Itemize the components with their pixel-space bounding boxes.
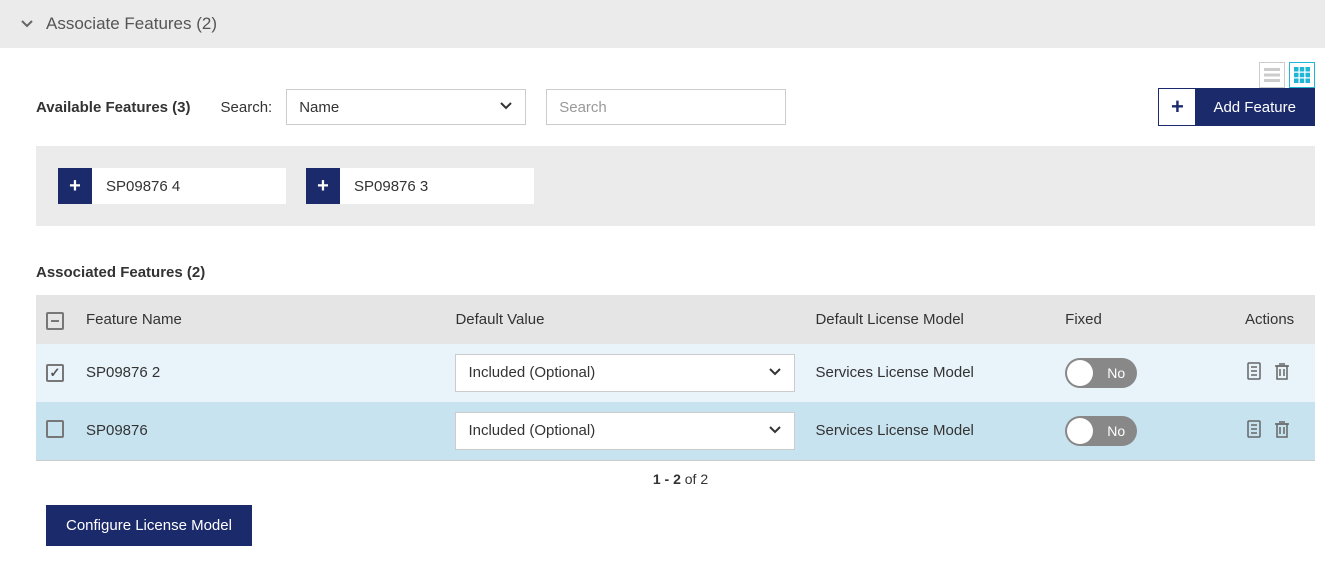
chevron-down-icon[interactable] [20, 16, 34, 33]
pager-of: of 2 [681, 471, 708, 487]
col-header-license-model[interactable]: Default License Model [805, 295, 1055, 344]
row-checkbox[interactable] [46, 420, 64, 438]
configure-license-model-button[interactable]: Configure License Model [46, 505, 252, 546]
fixed-toggle[interactable]: No [1065, 416, 1137, 446]
toggle-label: No [1107, 423, 1125, 439]
associated-features-table: Feature Name Default Value Default Licen… [36, 295, 1315, 461]
available-features-label: Available Features (3) [36, 99, 191, 116]
list-view-button[interactable] [1259, 62, 1285, 88]
add-feature-label: Add Feature [1195, 89, 1314, 125]
col-header-default-value[interactable]: Default Value [445, 295, 805, 344]
chevron-down-icon [499, 98, 513, 116]
feature-chip[interactable]: + SP09876 4 [58, 168, 286, 204]
plus-icon: + [58, 168, 92, 204]
col-header-fixed[interactable]: Fixed [1055, 295, 1235, 344]
cell-feature-name: SP09876 2 [76, 344, 445, 402]
default-value-select[interactable]: Included (Optional) [455, 412, 795, 450]
plus-icon: + [306, 168, 340, 204]
toggle-knob [1067, 418, 1093, 444]
select-all-checkbox[interactable] [46, 312, 64, 330]
chip-label: SP09876 3 [340, 168, 442, 204]
search-label: Search: [221, 99, 273, 116]
chevron-down-icon [768, 364, 782, 382]
add-feature-button[interactable]: + Add Feature [1158, 88, 1315, 126]
chip-label: SP09876 4 [92, 168, 194, 204]
fixed-toggle[interactable]: No [1065, 358, 1137, 388]
copy-icon[interactable] [1245, 419, 1263, 443]
available-features-chips: + SP09876 4 + SP09876 3 [36, 146, 1315, 226]
search-input[interactable] [546, 89, 786, 125]
table-row: SP09876 Included (Optional) Services Lic… [36, 402, 1315, 461]
grid-view-button[interactable] [1289, 62, 1315, 88]
search-field-value: Name [299, 99, 339, 116]
default-value-text: Included (Optional) [468, 422, 595, 439]
section-title: Associate Features (2) [46, 14, 217, 34]
default-value-select[interactable]: Included (Optional) [455, 354, 795, 392]
row-checkbox[interactable] [46, 364, 64, 382]
table-row: SP09876 2 Included (Optional) Services L… [36, 344, 1315, 402]
cell-license-model: Services License Model [805, 344, 1055, 402]
plus-icon: + [1159, 89, 1195, 125]
section-header[interactable]: Associate Features (2) [0, 0, 1325, 48]
search-field-select[interactable]: Name [286, 89, 526, 125]
chevron-down-icon [768, 422, 782, 440]
cell-feature-name: SP09876 [76, 402, 445, 461]
trash-icon[interactable] [1273, 361, 1291, 385]
pagination-label: 1 - 2 of 2 [36, 471, 1325, 487]
cell-license-model: Services License Model [805, 402, 1055, 461]
toggle-knob [1067, 360, 1093, 386]
trash-icon[interactable] [1273, 419, 1291, 443]
default-value-text: Included (Optional) [468, 364, 595, 381]
col-header-name[interactable]: Feature Name [76, 295, 445, 344]
pager-range: 1 - 2 [653, 471, 681, 487]
copy-icon[interactable] [1245, 361, 1263, 385]
col-header-actions: Actions [1235, 295, 1315, 344]
associated-features-label: Associated Features (2) [36, 264, 1325, 281]
feature-chip[interactable]: + SP09876 3 [306, 168, 534, 204]
toggle-label: No [1107, 365, 1125, 381]
